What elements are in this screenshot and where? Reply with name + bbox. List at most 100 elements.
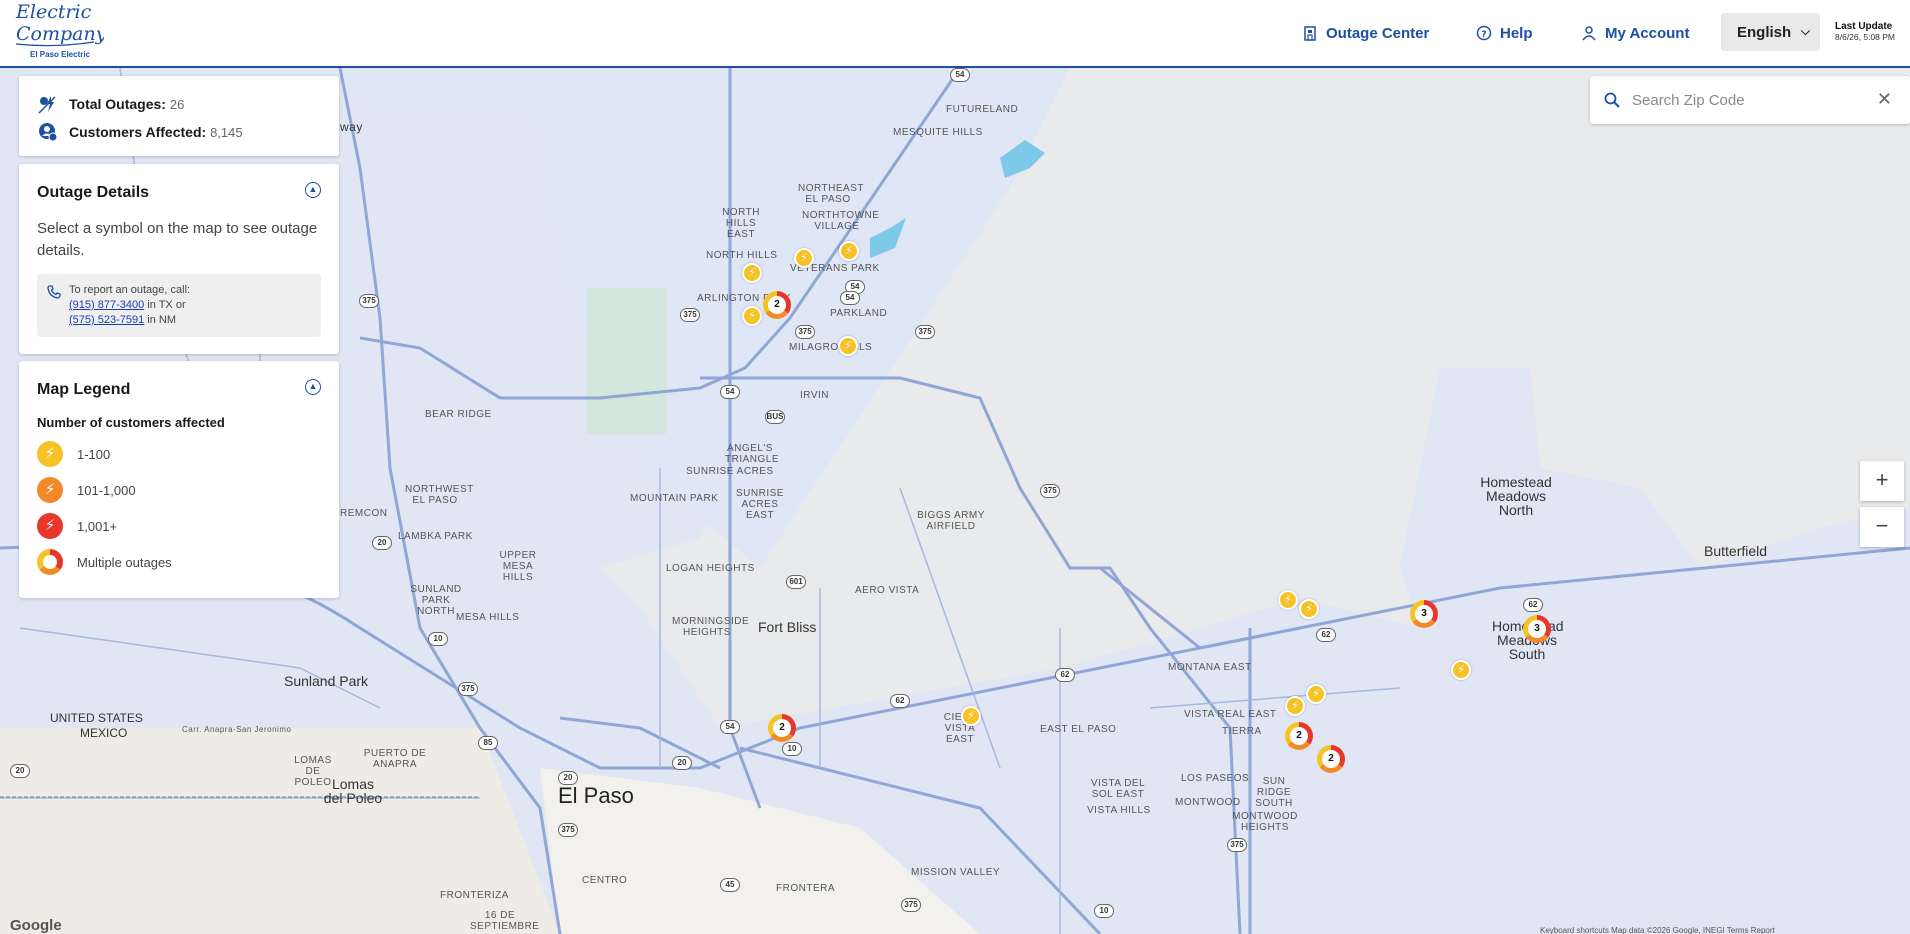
map-label: VISTA DEL SOL EAST bbox=[1090, 778, 1146, 800]
tx-phone-link[interactable]: (915) 877-3400 bbox=[69, 299, 144, 311]
outage-marker[interactable]: ⚡ bbox=[961, 706, 981, 726]
outage-marker[interactable]: ⚡ bbox=[742, 306, 762, 326]
nav-help-label: Help bbox=[1500, 24, 1533, 42]
svg-text:Electric: Electric bbox=[15, 2, 92, 23]
legend-item-label: 1,001+ bbox=[77, 518, 118, 534]
nav-help[interactable]: ? Help bbox=[1476, 22, 1533, 44]
cluster-count: 2 bbox=[773, 719, 791, 737]
outage-cluster[interactable]: 2 bbox=[1317, 745, 1345, 773]
outage-cluster[interactable]: 2 bbox=[768, 714, 796, 742]
language-select[interactable]: English ⌵ bbox=[1721, 13, 1820, 51]
nm-phone-link[interactable]: (575) 523-7591 bbox=[69, 314, 144, 326]
chevron-down-icon: ⌵ bbox=[1800, 24, 1810, 38]
highway-shield: 20 bbox=[672, 756, 692, 770]
collapse-legend-button[interactable]: ▲ bbox=[305, 379, 321, 395]
outage-cluster[interactable]: 2 bbox=[1285, 722, 1313, 750]
outage-marker[interactable]: ⚡ bbox=[1451, 660, 1471, 680]
highway-shield: 54 bbox=[950, 68, 970, 82]
highway-shield: 20 bbox=[558, 771, 578, 785]
nav-outage-center[interactable]: Outage Center bbox=[1302, 22, 1429, 44]
map-label: UNITED STATES bbox=[50, 711, 143, 725]
collapse-details-button[interactable]: ▲ bbox=[305, 182, 321, 198]
map-label: MONTANA EAST bbox=[1168, 662, 1252, 673]
highway-shield: 375 bbox=[915, 325, 935, 339]
outage-marker[interactable]: ⚡ bbox=[839, 241, 859, 261]
customers-icon bbox=[39, 123, 58, 142]
map-label: EAST EL PASO bbox=[1040, 724, 1117, 735]
outage-marker[interactable]: ⚡ bbox=[1285, 696, 1305, 716]
customers-affected-label: Customers Affected: bbox=[69, 124, 207, 140]
outage-marker[interactable]: ⚡ bbox=[1299, 599, 1319, 619]
customers-affected-value: 8,145 bbox=[210, 125, 243, 140]
outage-cluster[interactable]: 2 bbox=[763, 291, 791, 319]
zip-search-input[interactable] bbox=[1632, 91, 1862, 109]
highway-shield: 375 bbox=[680, 308, 700, 322]
phone-icon bbox=[47, 285, 61, 299]
map-label: NORTH HILLS EAST bbox=[722, 207, 760, 240]
outage-cluster[interactable]: 3 bbox=[1410, 600, 1438, 628]
map-town-label: Homestead Meadows North bbox=[1480, 474, 1552, 518]
highway-shield: 85 bbox=[478, 736, 498, 750]
highway-shield: 62 bbox=[1523, 598, 1543, 612]
map-legend-title: Map Legend bbox=[37, 381, 131, 398]
cluster-count: 2 bbox=[768, 296, 786, 314]
total-outages-value: 26 bbox=[169, 97, 185, 112]
language-value: English bbox=[1737, 23, 1792, 41]
highway-shield: 375 bbox=[795, 325, 815, 339]
highway-shield: 54 bbox=[720, 385, 740, 399]
logo-mark: Electric Company bbox=[15, 1, 107, 47]
legend-item: ⚡ 1-100 bbox=[37, 436, 321, 472]
outage-summary-panel: Total Outages: 26 Customers Affected: 8,… bbox=[19, 76, 339, 156]
map-label: NORTHEAST EL PASO bbox=[798, 183, 864, 205]
map-label: NORTHTOWNE VILLAGE bbox=[802, 210, 880, 232]
legend-item-label: Multiple outages bbox=[77, 554, 172, 570]
logo-subtitle: El Paso Electric bbox=[30, 50, 91, 59]
outage-marker[interactable]: ⚡ bbox=[1306, 684, 1326, 704]
zip-search-box: ✕ bbox=[1590, 76, 1910, 124]
map-label: way bbox=[340, 120, 363, 134]
report-prefix: To report an outage, call: bbox=[69, 284, 191, 296]
total-outages-row: Total Outages: 26 bbox=[37, 90, 321, 118]
outage-marker[interactable]: ⚡ bbox=[742, 263, 762, 283]
zoom-in-button[interactable]: + bbox=[1860, 461, 1904, 501]
outage-details-title: Outage Details bbox=[37, 184, 150, 201]
map-label: MORNINGSIDE HEIGHTS bbox=[672, 616, 750, 638]
building-icon bbox=[1304, 26, 1316, 41]
map-label: NORTHWEST EL PASO bbox=[405, 484, 474, 506]
map-label: LAMBKA PARK bbox=[398, 531, 473, 542]
highway-shield: 10 bbox=[428, 632, 448, 646]
el-paso-electric-logo[interactable]: Electric Company El Paso Electric bbox=[14, 1, 107, 62]
outage-marker[interactable]: ⚡ bbox=[838, 336, 858, 356]
map-label: PUERTO DE ANAPRA bbox=[363, 748, 427, 770]
nav-my-account-label: My Account bbox=[1605, 24, 1690, 42]
svg-text:?: ? bbox=[1481, 30, 1486, 40]
outage-marker[interactable]: ⚡ bbox=[1278, 590, 1298, 610]
map-label: BIGGS ARMY AIRFIELD bbox=[917, 510, 985, 532]
nm-suffix: in NM bbox=[147, 314, 177, 326]
map-label: 16 DE SEPTIEMBRE bbox=[470, 910, 540, 932]
multiple-outages-icon bbox=[37, 549, 63, 575]
map-city-label: El Paso bbox=[558, 783, 634, 808]
highway-shield: 375 bbox=[458, 682, 478, 696]
clear-icon[interactable]: ✕ bbox=[1877, 89, 1892, 110]
map-town-label: Fort Bliss bbox=[758, 619, 817, 635]
svg-text:Company: Company bbox=[16, 23, 104, 45]
map-label: MISSION VALLEY bbox=[911, 867, 1001, 878]
map-label: LOS PASEOS bbox=[1181, 773, 1250, 784]
nav-my-account[interactable]: My Account bbox=[1581, 22, 1689, 44]
map-label: AERO VISTA bbox=[855, 585, 920, 596]
lightning-icon: ⚡ bbox=[37, 513, 63, 539]
zoom-out-button[interactable]: − bbox=[1860, 507, 1904, 547]
map-label: PARKLAND bbox=[830, 308, 888, 319]
outage-details-description: Select a symbol on the map to see outage… bbox=[37, 220, 318, 259]
outage-cluster[interactable]: 3 bbox=[1523, 615, 1551, 643]
outage-icon bbox=[38, 96, 56, 114]
cluster-count: 3 bbox=[1415, 605, 1433, 623]
legend-item: Multiple outages bbox=[37, 544, 321, 580]
highway-shield: 10 bbox=[1094, 904, 1114, 918]
map-label: UPPER MESA HILLS bbox=[499, 550, 537, 583]
map-attribution[interactable]: Keyboard shortcuts Map data ©2026 Google… bbox=[1540, 926, 1775, 934]
highway-shield: 10 bbox=[782, 742, 802, 756]
outage-marker[interactable]: ⚡ bbox=[794, 248, 814, 268]
tx-suffix: in TX or bbox=[147, 299, 186, 311]
